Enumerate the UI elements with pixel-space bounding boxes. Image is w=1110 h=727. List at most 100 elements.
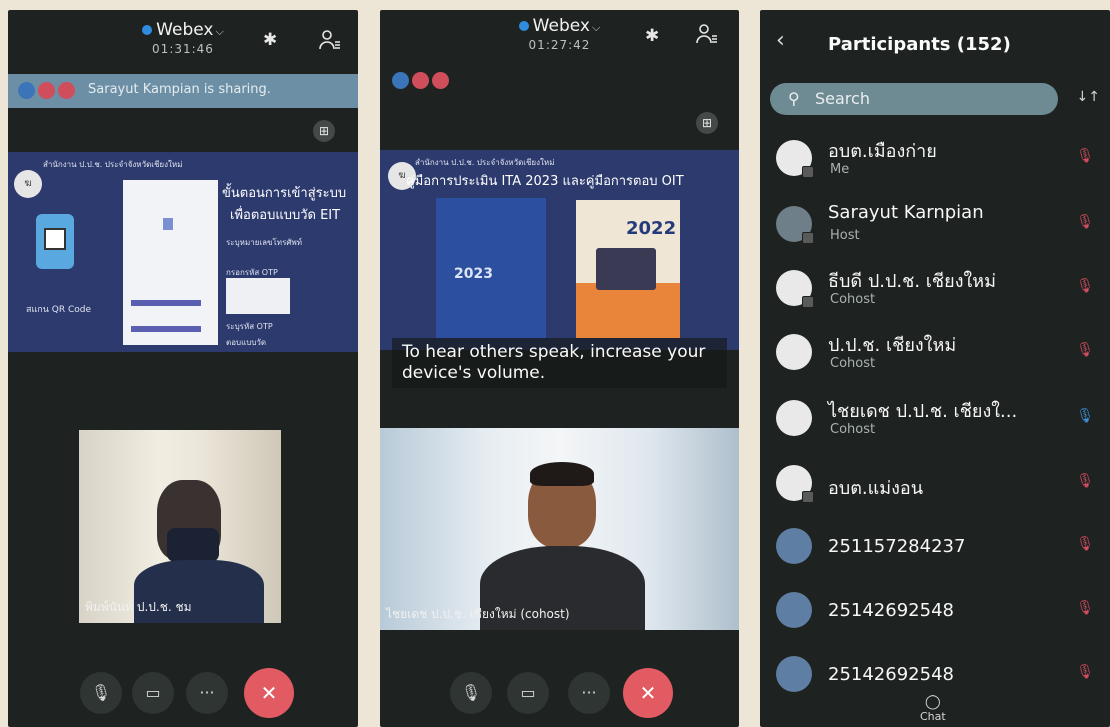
phone-illustration xyxy=(36,214,74,269)
participant-role: Cohost xyxy=(830,292,876,307)
mic-muted-icon: 🎙 xyxy=(1076,278,1094,294)
slide-header: สำนักงาน ป.ป.ช. ประจำจังหวัดเชียงใหม่ xyxy=(43,160,183,169)
slide-header: สำนักงาน ป.ป.ช. ประจำจังหวัดเชียงใหม่ xyxy=(415,158,555,167)
avatar xyxy=(776,592,812,628)
slide-title-1: ขั้นตอนการเข้าสู่ระบบ xyxy=(222,186,347,201)
end-call-button[interactable]: ✕ xyxy=(244,668,294,718)
mic-muted-icon: 🎙 xyxy=(1076,408,1094,424)
participant-role: Host xyxy=(830,228,860,243)
mic-muted-icon: 🎙 xyxy=(1076,148,1094,164)
avatar xyxy=(776,270,814,308)
layout-grid-icon[interactable]: ⊞ xyxy=(313,120,335,142)
participant-name: ป.ป.ช. เชียงใหม่ xyxy=(828,335,957,356)
participant-row[interactable]: ไชยเดช ป.ป.ช. เชียงใ... Cohost 🎙 xyxy=(760,392,1110,452)
more-button[interactable]: ··· xyxy=(186,672,228,714)
chat-icon: ◯ xyxy=(925,694,941,710)
avatar xyxy=(432,72,449,89)
participant-name: 25142692548 xyxy=(828,600,954,621)
participant-video[interactable]: พิมพ์นันท์ ป.ป.ช. ชม xyxy=(79,430,281,623)
video-name-label: ไชยเดช ป.ป.ช. เชียงใหม่ (cohost) xyxy=(386,607,570,621)
mic-muted-icon: 🎙 xyxy=(1076,473,1094,489)
avatar xyxy=(776,140,814,178)
slide-phone-screenshot xyxy=(123,180,218,345)
presenter-badge: ฆ xyxy=(14,170,42,198)
meeting-timer: 01:27:42 xyxy=(528,38,591,52)
book-year: 2022 xyxy=(626,218,677,239)
book-cover-ita: 2023 xyxy=(436,198,546,338)
mic-muted-icon: 🎙 xyxy=(1076,536,1094,552)
camera-off-icon: ▭ xyxy=(520,683,536,702)
volume-toast: To hear others speak, increase your devi… xyxy=(392,338,727,388)
slide-item: ระบุหมายเลขโทรศัพท์ xyxy=(226,238,302,247)
avatar xyxy=(776,656,812,692)
search-input[interactable]: ⚲ Search xyxy=(770,83,1058,115)
otp-box xyxy=(226,278,290,314)
slide-item: ตอบแบบวัด xyxy=(226,338,267,347)
device-badge-icon xyxy=(802,296,814,308)
mute-button[interactable]: 🎙 xyxy=(80,672,122,714)
layout-grid-icon[interactable]: ⊞ xyxy=(696,112,718,134)
avatar xyxy=(776,465,814,503)
more-button[interactable]: ··· xyxy=(568,672,610,714)
mic-muted-icon: 🎙 xyxy=(1076,664,1094,680)
participant-name: 251157284237 xyxy=(828,536,966,557)
shared-slide: สำนักงาน ป.ป.ช. ประจำจังหวัดเชียงใหม่ ฆ … xyxy=(8,152,358,352)
sort-icon[interactable]: ↓↑ xyxy=(1077,89,1100,105)
back-chevron-icon[interactable]: ‹ xyxy=(776,28,785,53)
participant-row[interactable]: ธีบดี ป.ป.ช. เชียงใหม่ Cohost 🎙 xyxy=(760,262,1110,322)
participant-role: Cohost xyxy=(830,422,876,437)
mic-muted-icon: 🎙 xyxy=(1076,600,1094,616)
participant-video[interactable]: ไชยเดช ป.ป.ช. เชียงใหม่ (cohost) xyxy=(380,428,739,630)
participant-name: ธีบดี ป.ป.ช. เชียงใหม่ xyxy=(828,271,997,292)
chat-button[interactable]: ◯ Chat xyxy=(920,694,946,723)
avatar xyxy=(776,334,812,370)
participant-role: Cohost xyxy=(830,356,876,371)
sharing-avatars xyxy=(392,72,449,89)
mute-button[interactable]: 🎙 xyxy=(450,672,492,714)
participant-name: ไชยเดช ป.ป.ช. เชียงใ... xyxy=(828,401,1018,422)
search-icon: ⚲ xyxy=(788,89,800,108)
end-call-button[interactable]: ✕ xyxy=(623,668,673,718)
book-year: 2023 xyxy=(454,266,493,282)
participant-row[interactable]: อบต.แม่งอน 🎙 xyxy=(760,457,1110,517)
device-badge-icon xyxy=(802,491,814,503)
bluetooth-icon[interactable]: ✱ xyxy=(263,30,277,50)
video-off-button[interactable]: ▭ xyxy=(132,672,174,714)
avatar xyxy=(776,400,812,436)
webex-logo-icon xyxy=(518,21,529,31)
avatar xyxy=(392,72,409,89)
bluetooth-icon[interactable]: ✱ xyxy=(645,26,659,46)
participants-panel: ‹ Participants (152) ⚲ Search ↓↑ อบต.เมื… xyxy=(760,10,1110,727)
avatar xyxy=(38,82,55,99)
meeting-screen-share-view: Webex ⌵ 01:31:46 ✱ Sarayut Kampian is sha… xyxy=(8,10,358,727)
lock-icon xyxy=(163,218,173,230)
shared-slide: สำนักงาน ป.ป.ช. ประจำจังหวัดเชียงใหม่ ฆ … xyxy=(380,150,739,350)
book-cover-oit: 2022 xyxy=(576,200,680,338)
mic-muted-icon: 🎙 xyxy=(1076,342,1094,358)
avatar xyxy=(58,82,75,99)
participants-title: Participants (152) xyxy=(828,34,1011,55)
slide-label-qr: สแกน QR Code xyxy=(26,305,91,315)
mic-muted-icon: 🎙 xyxy=(90,683,112,702)
participant-name: อบต.แม่งอน xyxy=(828,478,924,499)
participant-row[interactable]: อบต.เมืองก่าย Me 🎙 xyxy=(760,132,1110,192)
participant-row[interactable]: ป.ป.ช. เชียงใหม่ Cohost 🎙 xyxy=(760,326,1110,386)
laptop-illustration xyxy=(596,248,656,290)
app-title[interactable]: Webex ⌵ xyxy=(8,20,358,42)
participant-row[interactable]: 251157284237 🎙 xyxy=(760,520,1110,580)
participant-row[interactable]: Sarayut Karnpian Host 🎙 xyxy=(760,198,1110,258)
camera-off-icon: ▭ xyxy=(145,683,161,702)
device-badge-icon xyxy=(802,232,814,244)
avatar xyxy=(776,528,812,564)
participant-row[interactable]: 25142692548 🎙 xyxy=(760,584,1110,644)
sharing-text: Sarayut Kampian is sharing. xyxy=(88,82,271,97)
chevron-down-icon: ⌵ xyxy=(215,25,224,38)
video-off-button[interactable]: ▭ xyxy=(507,672,549,714)
mic-muted-icon: 🎙 xyxy=(460,683,482,702)
app-title[interactable]: Webex ⌵ xyxy=(380,16,739,38)
sharing-avatars xyxy=(18,82,75,99)
participants-icon[interactable] xyxy=(695,22,719,46)
participants-icon[interactable] xyxy=(318,28,342,52)
person-hair xyxy=(530,462,594,486)
slide-item: ระบุรหัส OTP xyxy=(226,322,273,331)
